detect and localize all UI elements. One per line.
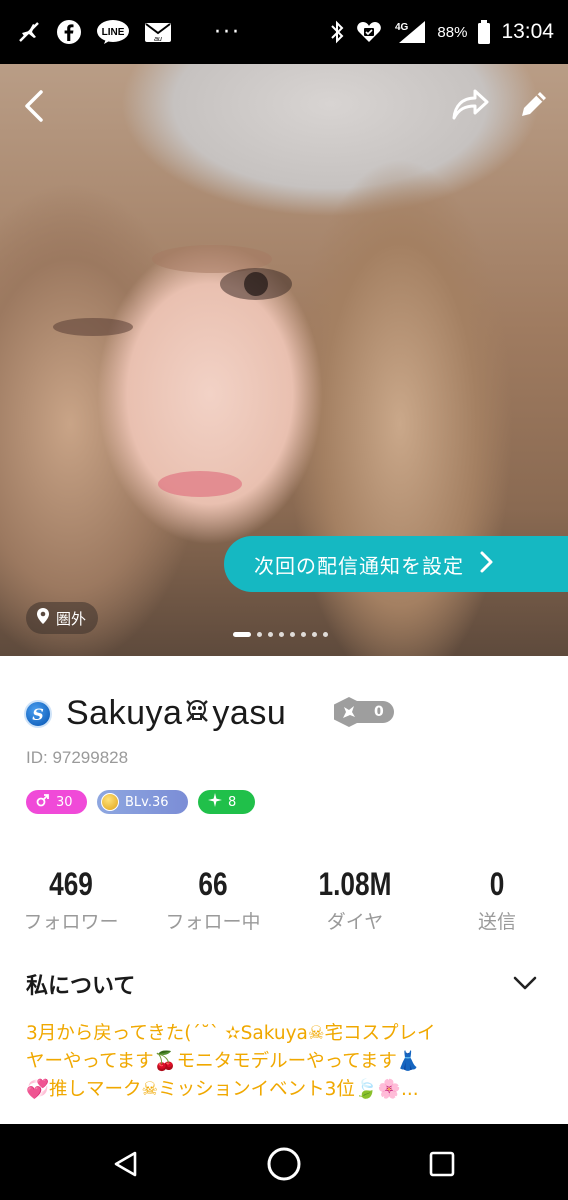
about-bio-line: 💞推しマーク☠ミッションイベント3位🍃🌸... bbox=[26, 1079, 419, 1100]
nav-home-icon[interactable] bbox=[264, 1144, 304, 1184]
carousel-dot bbox=[268, 632, 273, 637]
4g-signal-icon: 4G bbox=[393, 19, 427, 45]
notify-button-label: 次回の配信通知を設定 bbox=[254, 553, 464, 578]
carousel-dot bbox=[257, 632, 262, 637]
battery-icon bbox=[477, 19, 491, 45]
s-rank-badge-icon: S bbox=[24, 700, 52, 728]
status-bar-left: LINE au ··· bbox=[16, 17, 241, 47]
stat-value: 66 bbox=[198, 866, 228, 902]
rank-badge[interactable]: 0 bbox=[334, 697, 394, 727]
status-bar: LINE au ··· 4G 88% 13:04 bbox=[0, 0, 568, 64]
about-bio[interactable]: 3月から戻ってきた(´˘` ✫Sakuya☠宅コスプレイ ヤーやってます🍒モニタ… bbox=[26, 1020, 546, 1104]
carousel-dot bbox=[279, 632, 284, 637]
about-bio-line: 3月から戻ってきた(´˘` ✫Sakuya☠宅コスプレイ bbox=[26, 1023, 436, 1044]
carousel-dot-active bbox=[233, 632, 251, 637]
battery-percent: 88% bbox=[437, 23, 468, 41]
bluetooth-icon bbox=[329, 19, 345, 45]
stat-label: 送信 bbox=[477, 911, 516, 933]
svg-text:au: au bbox=[154, 36, 162, 43]
svg-text:LINE: LINE bbox=[102, 27, 125, 38]
level-badges: 30 BLv.36 8 bbox=[26, 790, 255, 814]
profile-name-row: S Sakuya yasu bbox=[24, 692, 286, 736]
chevron-right-icon bbox=[478, 550, 494, 578]
nav-back-icon[interactable] bbox=[106, 1144, 146, 1184]
stat-sent[interactable]: 0 送信 bbox=[427, 866, 567, 934]
carousel-dot bbox=[323, 632, 328, 637]
nav-recents-icon[interactable] bbox=[422, 1144, 462, 1184]
user-id: ID: 97299828 bbox=[26, 748, 129, 767]
more-notifications: ··· bbox=[214, 19, 241, 45]
gender-level-badge[interactable]: 30 bbox=[26, 790, 87, 814]
stat-value: 469 bbox=[49, 866, 93, 902]
carousel-dot bbox=[312, 632, 317, 637]
broadcaster-level-badge[interactable]: BLv.36 bbox=[97, 790, 188, 814]
green-level-badge[interactable]: 8 bbox=[198, 790, 255, 814]
chevron-down-icon[interactable] bbox=[512, 974, 538, 996]
sparkle-icon bbox=[208, 793, 222, 811]
status-bar-right: 4G 88% 13:04 bbox=[329, 17, 554, 47]
profile-stats: 469 フォロワー 66 フォロー中 1.08M ダイヤ 0 送信 bbox=[0, 866, 568, 936]
green-level-value: 8 bbox=[228, 794, 237, 810]
system-navigation-bar bbox=[0, 1124, 568, 1200]
stat-value: 1.08M bbox=[318, 866, 392, 902]
location-pin-icon bbox=[36, 607, 50, 629]
gender-level-value: 30 bbox=[56, 794, 73, 810]
stat-label: ダイヤ bbox=[326, 911, 384, 933]
profile-name: Sakuya yasu bbox=[66, 694, 286, 735]
carousel-dot bbox=[290, 632, 295, 637]
facebook-icon bbox=[56, 19, 82, 45]
share-icon[interactable] bbox=[450, 86, 490, 124]
set-broadcast-notification-button[interactable]: 次回の配信通知を設定 bbox=[224, 536, 568, 592]
au-mail-icon: au bbox=[144, 19, 172, 45]
line-icon: LINE bbox=[96, 19, 130, 45]
location-label: 圏外 bbox=[56, 609, 87, 628]
stat-followers[interactable]: 469 フォロワー bbox=[1, 866, 141, 934]
back-icon[interactable] bbox=[20, 88, 48, 124]
stat-value: 0 bbox=[489, 866, 505, 902]
about-bio-line: ヤーやってます🍒モニタモデルーやってます👗 bbox=[26, 1051, 420, 1072]
coin-icon bbox=[101, 793, 119, 811]
location-pill: 圏外 bbox=[26, 602, 99, 634]
airplane-off-icon bbox=[16, 19, 42, 45]
stat-label: フォロー中 bbox=[165, 911, 261, 933]
carousel-indicator bbox=[233, 632, 328, 637]
edit-pencil-icon[interactable] bbox=[516, 86, 552, 122]
broadcaster-level-value: BLv.36 bbox=[125, 794, 169, 810]
male-symbol-icon bbox=[36, 793, 50, 811]
profile-photo-carousel[interactable]: 次回の配信通知を設定 圏外 bbox=[0, 64, 568, 656]
stat-diamonds[interactable]: 1.08M ダイヤ bbox=[285, 866, 425, 934]
stat-label: フォロワー bbox=[23, 911, 119, 933]
stat-following[interactable]: 66 フォロー中 bbox=[143, 866, 283, 934]
skull-crossbones-icon bbox=[182, 696, 212, 735]
heart-shield-icon bbox=[355, 19, 383, 45]
about-title: 私について bbox=[26, 974, 136, 999]
clock: 13:04 bbox=[501, 20, 554, 43]
svg-text:4G: 4G bbox=[395, 22, 409, 33]
carousel-dot bbox=[301, 632, 306, 637]
